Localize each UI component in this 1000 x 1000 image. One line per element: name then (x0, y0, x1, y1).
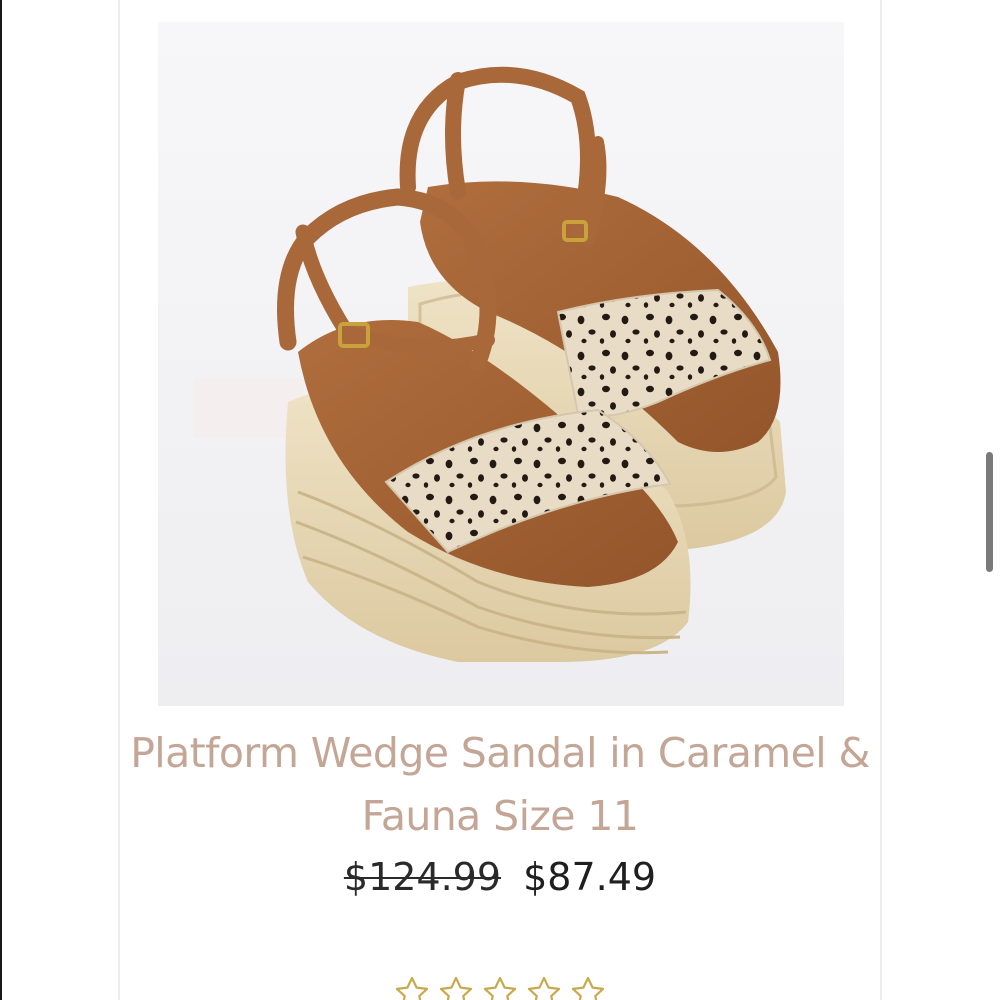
screen-edge (0, 0, 2, 1000)
product-title[interactable]: Platform Wedge Sandal in Caramel & Fauna… (120, 722, 880, 848)
star-outline-icon (395, 976, 429, 1000)
star-outline-icon (439, 976, 473, 1000)
scrollbar-thumb[interactable] (986, 452, 993, 572)
star-outline-icon (483, 976, 517, 1000)
star-outline-icon (571, 976, 605, 1000)
star-rating (120, 974, 880, 1000)
sandal-photo (158, 22, 844, 706)
product-page-screen: Platform Wedge Sandal in Caramel & Fauna… (0, 0, 1000, 1000)
price-row: $124.99 $87.49 (120, 852, 880, 902)
star-outline-icon (527, 976, 561, 1000)
product-image[interactable] (158, 22, 844, 706)
sale-price: $87.49 (523, 855, 657, 899)
product-card[interactable]: Platform Wedge Sandal in Caramel & Fauna… (118, 0, 882, 1000)
original-price: $124.99 (343, 855, 502, 899)
